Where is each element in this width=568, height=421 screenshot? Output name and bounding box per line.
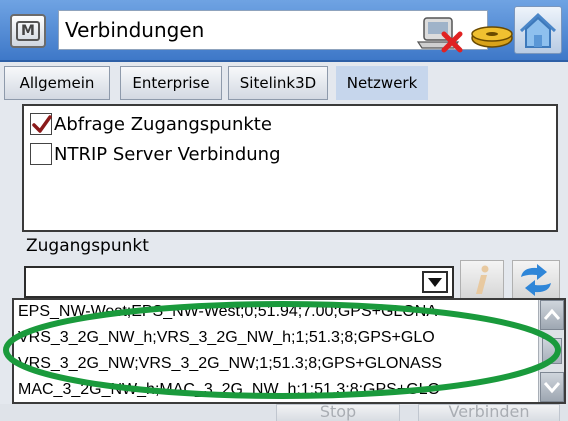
dropdown-arrow-button[interactable] bbox=[422, 271, 448, 293]
stop-button[interactable]: Stop bbox=[276, 404, 400, 421]
menu-label: M bbox=[16, 21, 40, 41]
tab-allgemein[interactable]: Allgemein bbox=[4, 66, 110, 100]
title-bar: M Verbindungen bbox=[0, 0, 568, 62]
chevron-down-icon bbox=[428, 278, 442, 287]
list-item[interactable]: EPS_NW-West;EPS_NW-West;0;51.94;7.00;GPS… bbox=[18, 300, 540, 324]
scroll-up-button[interactable] bbox=[540, 300, 564, 330]
receiver-icon[interactable] bbox=[471, 26, 513, 48]
home-button[interactable] bbox=[514, 6, 562, 54]
connect-button[interactable]: Verbinden bbox=[418, 404, 560, 421]
option-label: NTRIP Server Verbindung bbox=[54, 143, 281, 165]
chevron-down-icon bbox=[543, 382, 561, 394]
checkbox-unchecked[interactable] bbox=[30, 143, 52, 165]
checkbox-checked[interactable] bbox=[30, 113, 52, 135]
info-icon bbox=[476, 265, 489, 294]
scroll-thumb[interactable] bbox=[542, 338, 562, 364]
tab-sitelink3d[interactable]: Sitelink3D bbox=[228, 66, 328, 100]
tab-netzwerk[interactable]: Netzwerk bbox=[336, 66, 428, 100]
option-ntrip-server[interactable]: NTRIP Server Verbindung bbox=[30, 140, 281, 168]
list-item[interactable]: VRS_3_2G_NW;VRS_3_2G_NW;1;51.3;8;GPS+GLO… bbox=[18, 352, 540, 376]
option-abfrage-zugangspunkte[interactable]: Abfrage Zugangspunkte bbox=[30, 110, 272, 138]
tab-bar: Allgemein Enterprise Sitelink3D Netzwerk bbox=[0, 64, 568, 102]
list-item[interactable]: MAC_3_2G_NW_h;MAC_3_2G_NW_h;1;51.3;8;GPS… bbox=[18, 378, 540, 402]
access-point-dropdown: EPS_NW-West;EPS_NW-West;0;51.94;7.00;GPS… bbox=[12, 298, 566, 404]
scroll-down-button[interactable] bbox=[540, 372, 564, 402]
info-button[interactable] bbox=[460, 260, 504, 300]
list-item[interactable]: VRS_3_2G_NW_h;VRS_3_2G_NW_h;1;51.3;8;GPS… bbox=[18, 326, 540, 350]
refresh-icon bbox=[521, 264, 551, 296]
chevron-up-icon bbox=[543, 308, 561, 320]
checkmark-icon bbox=[32, 115, 52, 133]
home-icon bbox=[519, 12, 557, 48]
device-disconnected-icon[interactable] bbox=[416, 17, 463, 53]
option-label: Abfrage Zugangspunkte bbox=[54, 113, 272, 135]
refresh-button[interactable] bbox=[512, 260, 560, 300]
access-point-label: Zugangspunkt bbox=[26, 236, 149, 256]
access-point-select[interactable] bbox=[24, 266, 454, 298]
menu-button[interactable]: M bbox=[10, 14, 46, 48]
list-scrollbar[interactable] bbox=[538, 300, 564, 402]
tab-enterprise[interactable]: Enterprise bbox=[120, 66, 222, 100]
options-list: Abfrage Zugangspunkte NTRIP Server Verbi… bbox=[22, 104, 558, 232]
